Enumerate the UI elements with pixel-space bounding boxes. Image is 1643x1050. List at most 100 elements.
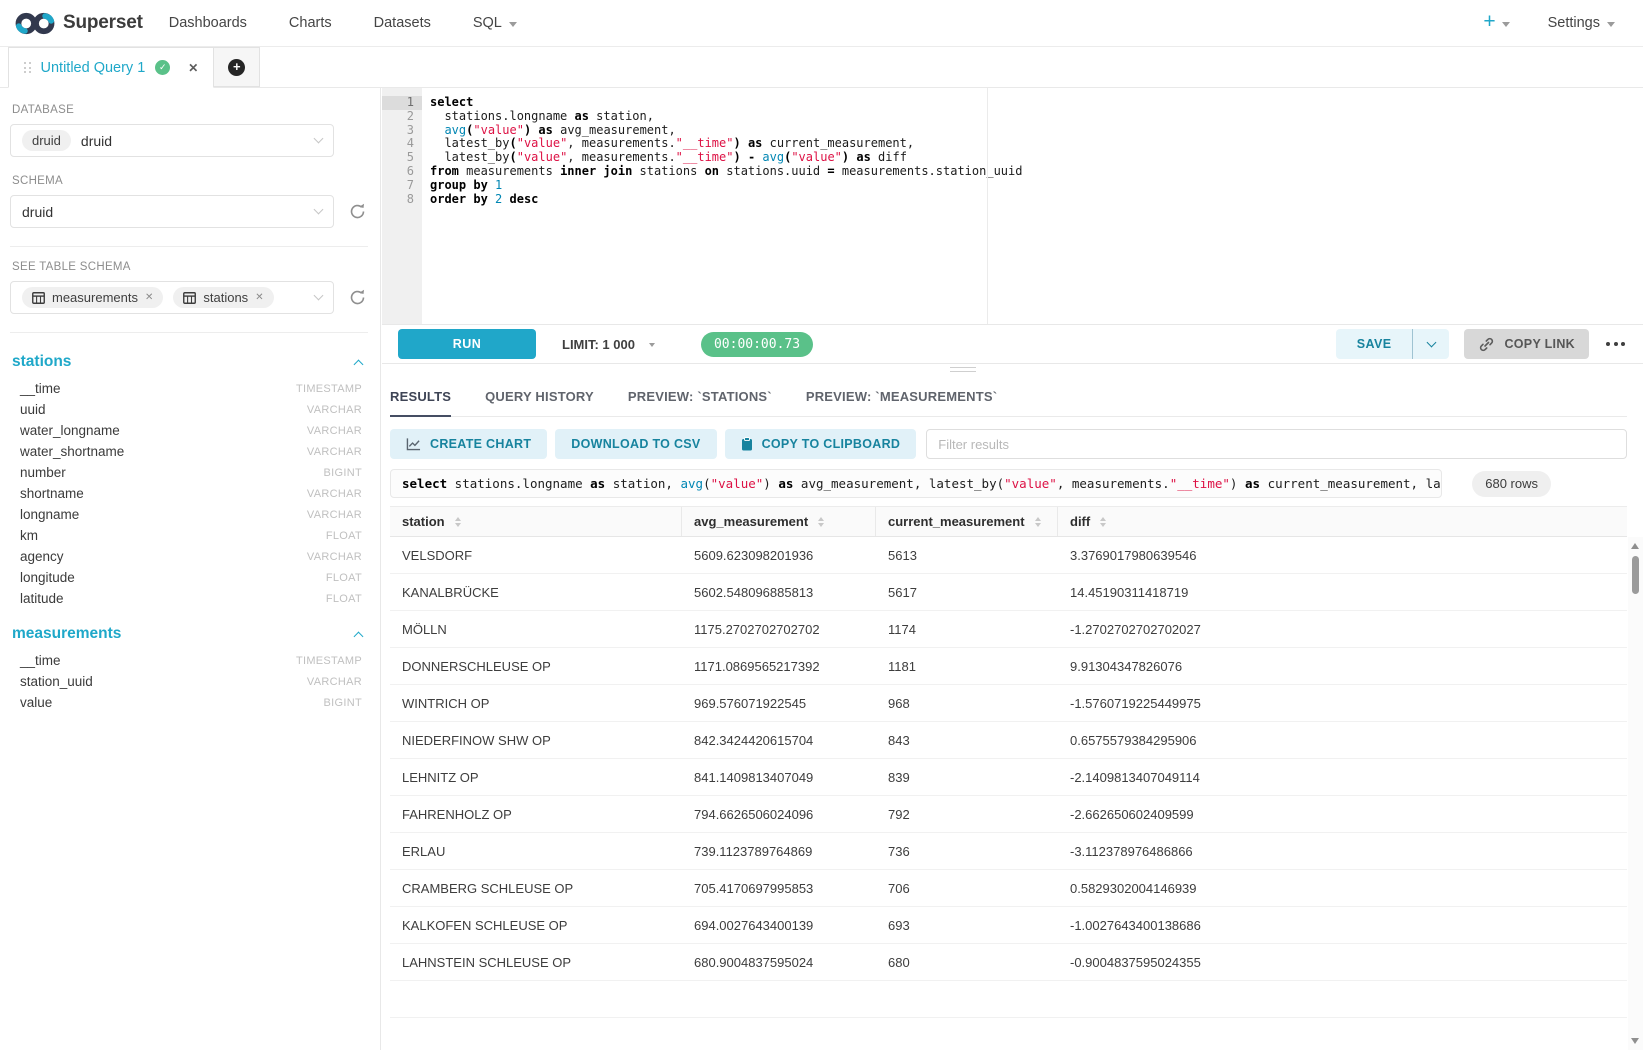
schema-column-row: longitudeFLOAT	[10, 567, 368, 588]
tab-untitled-query[interactable]: Untitled Query 1 ✓ ✕	[8, 47, 214, 88]
settings-menu[interactable]: Settings	[1548, 15, 1615, 31]
result-table-row: KANALBRÜCKE5602.548096885813561714.45190…	[390, 574, 1627, 611]
superset-logo[interactable]: Superset	[14, 10, 143, 37]
column-header-diff[interactable]: diff	[1058, 507, 1627, 536]
settings-label: Settings	[1548, 15, 1600, 31]
copy-link-label: COPY LINK	[1504, 337, 1575, 351]
table-icon	[32, 292, 45, 304]
add-tab-plus-icon: +	[228, 59, 245, 76]
chevron-down-icon	[509, 22, 517, 27]
tab-results[interactable]: RESULTS	[390, 377, 451, 416]
nav-datasets[interactable]: Datasets	[374, 15, 431, 31]
divider	[10, 332, 368, 333]
nav-sql-label: SQL	[473, 15, 502, 31]
result-table-row: LAHNSTEIN SCHLEUSE OP680.900483759502468…	[390, 944, 1627, 981]
selected-table-measurements[interactable]: measurements ✕	[22, 287, 163, 308]
filter-results-input[interactable]	[926, 429, 1627, 459]
south-pane-tabs: RESULTS QUERY HISTORY PREVIEW: `STATIONS…	[390, 377, 1627, 417]
results-actions: CREATE CHART DOWNLOAD TO CSV COPY TO CLI…	[390, 429, 1627, 459]
create-chart-button[interactable]: CREATE CHART	[390, 429, 547, 459]
copy-clipboard-button[interactable]: COPY TO CLIPBOARD	[725, 429, 917, 459]
tab-preview-stations[interactable]: PREVIEW: `STATIONS`	[628, 377, 772, 416]
remove-table-icon[interactable]: ✕	[255, 292, 263, 303]
schema-column-row: latitudeFLOAT	[10, 588, 368, 609]
panel-resize-handle[interactable]	[950, 367, 976, 375]
column-header-avg-measurement[interactable]: avg_measurement	[682, 507, 876, 536]
brand-name: Superset	[63, 12, 143, 34]
schema-section-stations: stations __timeTIMESTAMPuuidVARCHARwater…	[10, 347, 368, 609]
run-button[interactable]: RUN	[398, 329, 536, 359]
chevron-up-icon	[354, 359, 364, 369]
new-tab-button[interactable]: +	[214, 47, 260, 87]
table-icon	[183, 292, 196, 304]
query-success-icon: ✓	[155, 60, 170, 75]
database-select[interactable]: druid druid	[10, 124, 334, 157]
tab-query-history[interactable]: QUERY HISTORY	[485, 377, 594, 416]
scroll-down-arrow-icon[interactable]	[1631, 1038, 1639, 1044]
schema-select[interactable]: druid	[10, 195, 334, 228]
download-csv-button[interactable]: DOWNLOAD TO CSV	[555, 429, 716, 459]
refresh-icon	[348, 202, 367, 221]
database-type-tag: druid	[22, 130, 71, 151]
column-header-current-measurement[interactable]: current_measurement	[876, 507, 1058, 536]
refresh-tables-button[interactable]	[346, 288, 368, 307]
chevron-up-icon	[354, 631, 364, 641]
column-list-measurements: __timeTIMESTAMPstation_uuidVARCHARvalueB…	[10, 650, 368, 713]
scroll-up-arrow-icon[interactable]	[1631, 543, 1639, 549]
main-nav: Dashboards Charts Datasets SQL	[169, 15, 517, 31]
selected-table-label: stations	[203, 290, 248, 305]
table-name: measurements	[12, 625, 121, 643]
save-dropdown-button[interactable]	[1413, 329, 1449, 359]
nav-dashboards[interactable]: Dashboards	[169, 15, 247, 31]
schema-column-row: water_longnameVARCHAR	[10, 420, 368, 441]
new-item-menu[interactable]: +	[1483, 14, 1509, 32]
close-tab-icon[interactable]: ✕	[188, 61, 198, 75]
column-list-stations: __timeTIMESTAMPuuidVARCHARwater_longname…	[10, 378, 368, 609]
tab-preview-measurements[interactable]: PREVIEW: `MEASUREMENTS`	[806, 377, 997, 416]
table-section-header-measurements[interactable]: measurements	[10, 619, 368, 650]
save-button[interactable]: SAVE	[1336, 329, 1413, 359]
schema-column-row: __timeTIMESTAMP	[10, 650, 368, 671]
sql-code-area[interactable]: select stations.longname as station, avg…	[422, 88, 1643, 324]
top-navbar: Superset Dashboards Charts Datasets SQL …	[0, 0, 1643, 47]
table-name: stations	[12, 353, 71, 371]
query-timer-badge: 00:00:00.73	[701, 332, 813, 357]
table-schema-select[interactable]: measurements ✕ stations ✕	[10, 281, 334, 314]
link-icon	[1478, 336, 1495, 353]
limit-dropdown[interactable]: LIMIT: 1 000	[562, 337, 655, 352]
limit-label: LIMIT: 1 000	[562, 337, 635, 352]
nav-charts[interactable]: Charts	[289, 15, 332, 31]
results-scrollbar[interactable]	[1628, 537, 1643, 1050]
remove-table-icon[interactable]: ✕	[145, 292, 153, 303]
sql-editor: 12345678 select stations.longname as sta…	[382, 88, 1643, 324]
schema-section-measurements: measurements __timeTIMESTAMPstation_uuid…	[10, 619, 368, 713]
nav-sql[interactable]: SQL	[473, 15, 517, 31]
save-split-button: SAVE	[1336, 329, 1450, 359]
column-header-station[interactable]: station	[390, 507, 682, 536]
selected-table-stations[interactable]: stations ✕	[173, 287, 273, 308]
schema-column-row: water_shortnameVARCHAR	[10, 441, 368, 462]
copy-link-button[interactable]: COPY LINK	[1464, 329, 1589, 359]
sort-icon	[1100, 517, 1106, 527]
schema-column-row: shortnameVARCHAR	[10, 483, 368, 504]
sql-code-line: stations.longname as station,	[430, 110, 1643, 124]
sql-code-line: latest_by("value", measurements."__time"…	[430, 151, 1643, 165]
divider	[10, 246, 368, 247]
table-section-header-stations[interactable]: stations	[10, 347, 368, 378]
sql-code-line: group by 1	[430, 179, 1643, 193]
tab-drag-handle-icon[interactable]	[24, 62, 31, 73]
schema-column-row: numberBIGINT	[10, 462, 368, 483]
results-grid-header: station avg_measurement current_measurem…	[390, 506, 1627, 537]
refresh-schemas-button[interactable]	[346, 202, 368, 221]
more-actions-button[interactable]	[1604, 336, 1627, 352]
result-table-row: ERLAU739.1123789764869736-3.112378976486…	[390, 833, 1627, 870]
executed-query-row: select stations.longname as station, avg…	[390, 469, 1627, 498]
scrollbar-thumb[interactable]	[1632, 556, 1639, 594]
selected-table-label: measurements	[52, 290, 138, 305]
column-header-label: avg_measurement	[694, 514, 808, 529]
see-table-schema-label: SEE TABLE SCHEMA	[12, 261, 368, 273]
result-table-row: KALKOFEN SCHLEUSE OP694.0027643400139693…	[390, 907, 1627, 944]
tab-title[interactable]: Untitled Query 1	[41, 60, 146, 76]
sql-code-line: latest_by("value", measurements."__time"…	[430, 137, 1643, 151]
executed-query-preview: select stations.longname as station, avg…	[390, 469, 1442, 498]
